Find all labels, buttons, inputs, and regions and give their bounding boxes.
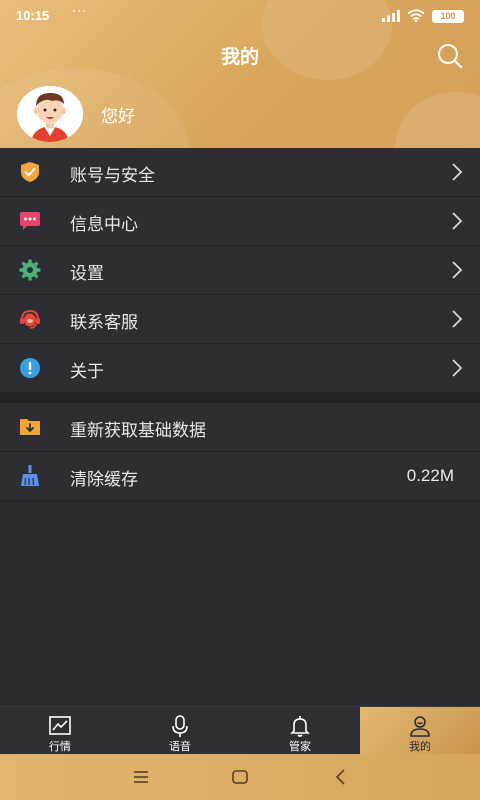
headset-icon xyxy=(20,309,40,329)
menu-item-label: 账号与安全 xyxy=(70,166,155,186)
chevron-right-icon xyxy=(452,359,463,377)
greeting-text: 您好 xyxy=(101,107,135,127)
chart-icon xyxy=(49,716,71,735)
user-icon xyxy=(410,716,430,737)
tab-label: 我的 xyxy=(409,740,431,753)
broom-icon xyxy=(21,465,39,486)
page-title: 我的 xyxy=(220,46,259,68)
gear-icon xyxy=(19,259,41,281)
tab-mine[interactable]: 我的 xyxy=(360,707,480,755)
menu-item-about[interactable]: 关于 xyxy=(0,344,480,393)
avatar-illustration xyxy=(17,86,83,142)
profile-header: 10:15 ··· 100 我的 您好 xyxy=(0,0,480,148)
chevron-right-icon xyxy=(452,261,463,279)
chevron-right-icon xyxy=(452,212,463,230)
tab-label: 语音 xyxy=(169,740,191,753)
search-icon[interactable] xyxy=(436,42,464,70)
menu-item-clear-cache[interactable]: 清除缓存 0.22M xyxy=(0,452,480,501)
status-bar: 10:15 ··· 100 xyxy=(0,0,480,32)
tab-label: 行情 xyxy=(49,740,71,753)
menu-item-account-security[interactable]: 账号与安全 xyxy=(0,148,480,197)
menu-item-label: 设置 xyxy=(70,264,104,284)
bottom-nav: 行情 语音 管家 我的 xyxy=(0,706,480,755)
settings-menu: 账号与安全 信息中心 设置 联系客服 关于 重新获取基础数据 清除缓存 0.22… xyxy=(0,148,480,501)
microphone-icon xyxy=(172,715,188,737)
system-nav-bar xyxy=(0,754,480,800)
folder-download-icon xyxy=(20,419,40,435)
message-icon xyxy=(20,212,40,230)
back-icon[interactable] xyxy=(331,767,351,787)
tab-market[interactable]: 行情 xyxy=(0,707,120,755)
info-icon xyxy=(20,358,40,378)
wifi-icon xyxy=(407,9,425,22)
tab-voice[interactable]: 语音 xyxy=(120,707,240,755)
profile-screen: 10:15 ··· 100 我的 您好 账号与安全 信息中心 设置 联系客服 关… xyxy=(0,0,480,800)
menu-icon[interactable] xyxy=(131,767,151,787)
group-divider xyxy=(0,393,480,403)
home-icon[interactable] xyxy=(230,767,250,787)
signal-icon xyxy=(382,10,400,22)
menu-item-label: 联系客服 xyxy=(70,313,138,333)
menu-item-label: 信息中心 xyxy=(70,215,138,235)
menu-item-label: 关于 xyxy=(70,362,104,382)
bell-icon xyxy=(290,716,310,737)
tab-butler[interactable]: 管家 xyxy=(240,707,360,755)
battery-icon: 100 xyxy=(432,10,464,23)
chevron-right-icon xyxy=(452,163,463,181)
menu-item-label: 重新获取基础数据 xyxy=(70,421,206,441)
decor-bubble xyxy=(395,92,480,148)
tab-label: 管家 xyxy=(289,740,311,753)
cache-size-value: 0.22M xyxy=(406,466,454,485)
chevron-right-icon xyxy=(452,310,463,328)
menu-item-label: 清除缓存 xyxy=(70,470,138,490)
status-more-dots: ··· xyxy=(72,5,88,20)
menu-item-refresh-data[interactable]: 重新获取基础数据 xyxy=(0,403,480,452)
avatar[interactable] xyxy=(17,86,83,142)
shield-check-icon xyxy=(21,162,39,182)
status-time: 10:15 xyxy=(16,8,50,23)
menu-item-settings[interactable]: 设置 xyxy=(0,246,480,295)
menu-item-message-center[interactable]: 信息中心 xyxy=(0,197,480,246)
menu-item-customer-service[interactable]: 联系客服 xyxy=(0,295,480,344)
